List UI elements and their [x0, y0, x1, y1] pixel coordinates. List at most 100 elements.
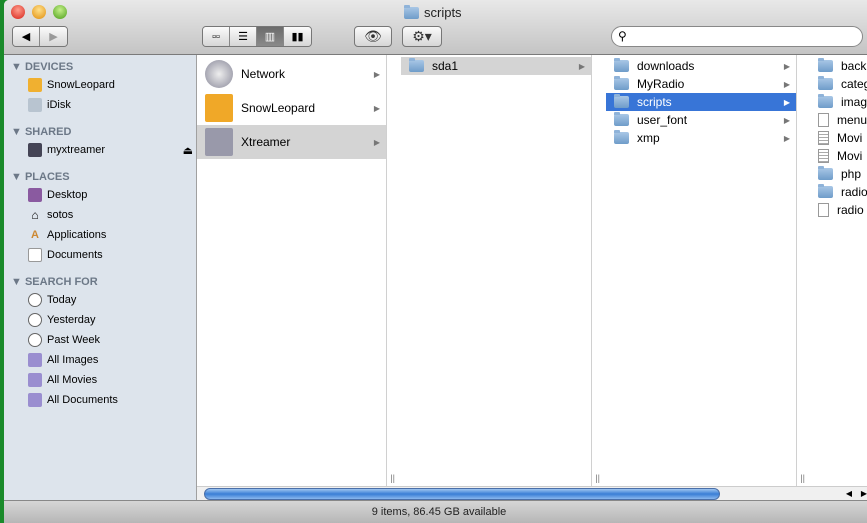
action-button[interactable]: ⚙▾ [402, 26, 442, 47]
desktop-icon [28, 188, 42, 202]
sidebar-item-all-images[interactable]: All Images [28, 351, 98, 369]
column-resize-handle[interactable]: || [595, 473, 600, 483]
column-resize-handle[interactable]: || [390, 473, 395, 483]
minimize-button[interactable] [32, 5, 46, 19]
sidebar-item-all-movies[interactable]: All Movies [28, 371, 97, 389]
scroll-left-arrow[interactable]: ◀ [846, 487, 852, 500]
quick-look-button[interactable]: 👁 [354, 26, 392, 47]
sidebar-item-myxtreamer[interactable]: myxtreamer ⏏ [28, 141, 193, 159]
folder-icon [409, 58, 424, 72]
server-icon [205, 128, 233, 156]
sidebar-section-search-for[interactable]: ▼ SEARCH FOR [11, 276, 98, 288]
smart-folder-icon [28, 373, 42, 387]
list-item[interactable]: Movi [810, 129, 867, 147]
sidebar-section-places[interactable]: ▼ PLACES [11, 171, 70, 183]
chevron-right-icon: ▶ [783, 115, 790, 125]
list-view-button[interactable]: ☰ [230, 27, 257, 46]
sidebar-item-applications[interactable]: A Applications [28, 226, 106, 244]
search-icon: ⚲ [618, 29, 627, 43]
chevron-right-icon: ▶ [373, 103, 380, 113]
sidebar-section-shared[interactable]: ▼ SHARED [11, 126, 71, 138]
folder-icon [818, 58, 833, 72]
file-icon [818, 203, 829, 217]
scrollbar-thumb[interactable] [204, 488, 720, 500]
list-item[interactable]: menu [810, 111, 867, 129]
clock-icon [28, 313, 42, 327]
list-item-scripts[interactable]: scripts ▶ [606, 93, 796, 111]
list-item[interactable]: radio [810, 201, 867, 219]
toolbar: scripts ◀ ▶ ▫▫ ☰ ▥ ▮▮ 👁 ⚙▾ ⚲ [4, 0, 867, 55]
window-title-text: scripts [424, 5, 462, 20]
sidebar-item-all-documents[interactable]: All Documents [28, 391, 118, 409]
folder-icon [818, 76, 833, 90]
folder-icon [818, 166, 833, 180]
sidebar-item-snowleopard[interactable]: SnowLeopard [28, 76, 115, 94]
sidebar: ▼ DEVICES SnowLeopard iDisk ▼ SHARED myx… [4, 55, 197, 500]
column-3: downloads ▶ MyRadio ▶ scripts ▶ user_font ▶ … [606, 55, 805, 486]
folder-icon [614, 130, 629, 144]
eject-icon[interactable]: ⏏ [183, 144, 193, 157]
list-item[interactable]: imag [810, 93, 867, 111]
list-item[interactable]: back [810, 57, 867, 75]
chevron-right-icon: ▶ [783, 133, 790, 143]
gear-icon: ⚙▾ [412, 28, 432, 44]
hard-drive-icon [28, 78, 42, 92]
applications-icon: A [31, 229, 39, 241]
column-view-button[interactable]: ▥ [257, 27, 284, 46]
smart-folder-icon [28, 393, 42, 407]
list-item[interactable]: php [810, 165, 867, 183]
column-resize-handle[interactable]: || [800, 473, 805, 483]
chevron-right-icon: ▶ [783, 79, 790, 89]
scroll-right-arrow[interactable]: ▶ [861, 487, 867, 500]
list-item-network[interactable]: Network ▶ [197, 57, 386, 91]
status-bar: 9 items, 86.45 GB available [4, 500, 867, 523]
folder-icon [818, 94, 833, 108]
chevron-right-icon: ▶ [578, 61, 585, 71]
horizontal-scrollbar[interactable]: ◀ ▶ [197, 486, 867, 500]
search-input[interactable]: ⚲ [611, 26, 863, 47]
nav-buttons: ◀ ▶ [12, 26, 68, 47]
back-button[interactable]: ◀ [13, 27, 40, 46]
column-1: Network ▶ SnowLeopard ▶ Xtreamer ▶ || [197, 55, 395, 486]
sidebar-item-sotos[interactable]: ⌂ sotos [28, 206, 73, 224]
list-item-xtreamer[interactable]: Xtreamer ▶ [197, 125, 386, 159]
sidebar-item-idisk[interactable]: iDisk [28, 96, 71, 114]
list-item-snowleopard[interactable]: SnowLeopard ▶ [197, 91, 386, 125]
chevron-right-icon: ▶ [783, 97, 790, 107]
view-switcher: ▫▫ ☰ ▥ ▮▮ [202, 26, 312, 47]
list-item-user-font[interactable]: user_font ▶ [606, 111, 796, 129]
list-item-myradio[interactable]: MyRadio ▶ [606, 75, 796, 93]
column-2: sda1 ▶ || [401, 55, 600, 486]
eye-icon: 👁 [364, 28, 382, 44]
sidebar-item-past-week[interactable]: Past Week [28, 331, 100, 349]
text-file-icon [818, 131, 829, 145]
close-button[interactable] [11, 5, 25, 19]
sidebar-item-documents[interactable]: Documents [28, 246, 103, 264]
list-item-xmp[interactable]: xmp ▶ [606, 129, 796, 147]
list-item-sda1[interactable]: sda1 ▶ [401, 57, 591, 75]
coverflow-view-button[interactable]: ▮▮ [284, 27, 311, 46]
list-item[interactable]: Movi [810, 147, 867, 165]
clock-icon [28, 293, 42, 307]
folder-icon [614, 76, 629, 90]
folder-icon [614, 94, 629, 108]
clock-icon [28, 333, 42, 347]
sidebar-item-desktop[interactable]: Desktop [28, 186, 87, 204]
folder-icon [614, 112, 629, 126]
forward-button[interactable]: ▶ [40, 27, 67, 46]
chevron-right-icon: ▶ [373, 137, 380, 147]
column-4: back categ imag menu Movi Movi php radio… [810, 55, 867, 486]
smart-folder-icon [28, 353, 42, 367]
sidebar-item-today[interactable]: Today [28, 291, 76, 309]
zoom-button[interactable] [53, 5, 67, 19]
folder-icon [818, 184, 833, 198]
hard-drive-icon [205, 94, 233, 122]
icon-view-button[interactable]: ▫▫ [203, 27, 230, 46]
list-item[interactable]: radio [810, 183, 867, 201]
list-item[interactable]: categ [810, 75, 867, 93]
sidebar-section-devices[interactable]: ▼ DEVICES [11, 61, 73, 73]
sidebar-item-yesterday[interactable]: Yesterday [28, 311, 96, 329]
list-item-downloads[interactable]: downloads ▶ [606, 57, 796, 75]
finder-window: scripts ◀ ▶ ▫▫ ☰ ▥ ▮▮ 👁 ⚙▾ ⚲ ▼ DEVICES S… [4, 0, 867, 523]
home-icon: ⌂ [31, 208, 39, 222]
